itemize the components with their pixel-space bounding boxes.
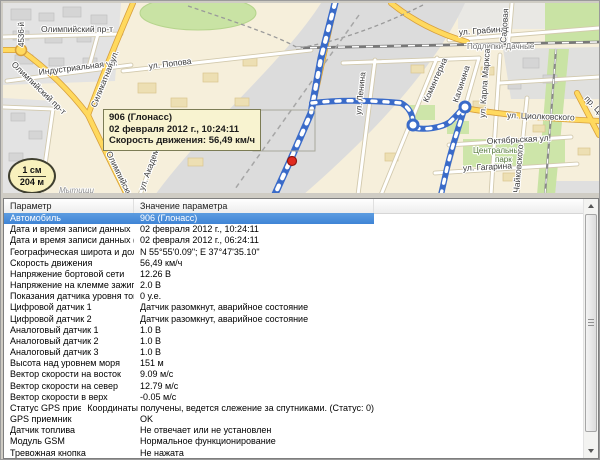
param-cell: Вектор скорости на восток — [4, 369, 134, 380]
value-cell: 12.79 м/с — [134, 381, 178, 392]
scroll-down-button[interactable] — [584, 444, 598, 458]
value-cell: Координаты получены, ведется слежение за… — [81, 403, 374, 414]
table-row[interactable]: GPS приемникOK — [4, 414, 374, 425]
map-scale-control: 1 см 204 м — [8, 158, 56, 193]
map-tooltip: 906 (Глонасс) 02 февраля 2012 г., 10:24:… — [103, 109, 261, 151]
value-cell: 906 (Глонасс) — [134, 213, 197, 224]
scale-m-label: 204 м — [20, 177, 44, 188]
param-cell: Модуль GSM — [4, 436, 134, 447]
scrollbar-grip-icon — [588, 319, 594, 327]
arrow-down-icon — [588, 449, 594, 453]
param-cell: GPS приемник — [4, 414, 134, 425]
param-cell: Датчик топлива — [4, 425, 134, 436]
value-cell: OK — [134, 414, 153, 425]
table-row[interactable]: Датчик топливаНе отвечает или не установ… — [4, 425, 374, 436]
param-cell: Аналоговый датчик 3 — [4, 347, 134, 358]
param-cell: Показания датчика уровня топлива — [4, 291, 134, 302]
value-cell: Не нажата — [134, 448, 184, 458]
param-cell: Статус GPS приемника — [4, 403, 81, 414]
table-row[interactable]: Географическая широта и долготаN 55°55'0… — [4, 247, 374, 258]
table-row[interactable]: Дата и время записи данных02 февраля 201… — [4, 224, 374, 235]
value-cell: Нормальное функционирование — [134, 436, 276, 447]
tooltip-speed: Скорость движения: 56,49 км/ч — [109, 135, 255, 147]
railway-station-label: Подлипки-Дачные — [467, 42, 535, 51]
scale-cm-label: 1 см — [18, 165, 45, 177]
table-row[interactable]: Аналоговый датчик 31.0 В — [4, 347, 374, 358]
param-cell: Цифровой датчик 2 — [4, 314, 134, 325]
table-row[interactable]: Аналоговый датчик 11.0 В — [4, 325, 374, 336]
table-row[interactable]: Вектор скорости на восток9.09 м/с — [4, 369, 374, 380]
column-header-parameter[interactable]: Параметр — [4, 199, 134, 213]
value-cell: 02 февраля 2012 г., 06:24:11 — [134, 235, 259, 246]
table-header-row: Параметр Значение параметра — [4, 199, 598, 214]
tooltip-datetime: 02 февраля 2012 г., 10:24:11 — [109, 124, 255, 136]
table-row[interactable]: Вектор скорости в верх-0.05 м/с — [4, 392, 374, 403]
param-cell: Напряжение бортовой сети — [4, 269, 134, 280]
param-cell: Высота над уровнем моря — [4, 358, 134, 369]
street-label: Олимпийский пр-т — [41, 24, 113, 34]
town-label: Мытищи — [59, 186, 94, 193]
value-cell: 0 у.е. — [134, 291, 161, 302]
table-row[interactable]: Цифровой датчик 2Датчик разомкнут, авари… — [4, 314, 374, 325]
value-cell: Датчик разомкнут, аварийное состояние — [134, 314, 308, 325]
value-cell: 56,49 км/ч — [134, 258, 182, 269]
param-table-body: Автомобиль906 (Глонасс)Дата и время запи… — [4, 213, 583, 458]
value-cell: 12.26 В — [134, 269, 171, 280]
gps-monitoring-window: 4536-й Олимпийский пр-т Индустриальная у… — [0, 0, 600, 460]
param-cell: Цифровой датчик 1 — [4, 302, 134, 313]
table-row[interactable]: Скорость движения56,49 км/ч — [4, 258, 374, 269]
param-cell: Скорость движения — [4, 258, 134, 269]
street-label: 4536-й — [17, 22, 26, 47]
param-cell: Дата и время записи данных (UTC) — [4, 235, 134, 246]
param-cell: Аналоговый датчик 1 — [4, 325, 134, 336]
table-row[interactable]: Напряжение бортовой сети12.26 В — [4, 269, 374, 280]
table-row[interactable]: Статус GPS приемникаКоординаты получены,… — [4, 403, 374, 414]
param-cell: Напряжение на клемме зажигания — [4, 280, 134, 291]
value-cell: 1.0 В — [134, 325, 161, 336]
param-cell: Аналоговый датчик 2 — [4, 336, 134, 347]
tooltip-vehicle-name: 906 (Глонасс) — [109, 112, 255, 124]
value-cell: Датчик разомкнут, аварийное состояние — [134, 302, 308, 313]
value-cell: -0.05 м/с — [134, 392, 176, 403]
table-row[interactable]: Высота над уровнем моря151 м — [4, 358, 374, 369]
table-row[interactable]: Дата и время записи данных (UTC)02 февра… — [4, 235, 374, 246]
param-cell: Вектор скорости на север — [4, 381, 134, 392]
scrollbar-thumb[interactable] — [585, 214, 597, 432]
table-row[interactable]: Автомобиль906 (Глонасс) — [4, 213, 374, 224]
value-cell: 02 февраля 2012 г., 10:24:11 — [134, 224, 259, 235]
scroll-up-button[interactable] — [584, 199, 598, 213]
value-cell: 9.09 м/с — [134, 369, 173, 380]
vertical-scrollbar[interactable] — [583, 199, 598, 458]
value-cell: 151 м — [134, 358, 164, 369]
value-cell: 1.0 В — [134, 336, 161, 347]
param-cell: Тревожная кнопка — [4, 448, 134, 458]
param-cell: Автомобиль — [4, 213, 134, 224]
arrow-up-icon — [588, 204, 594, 208]
table-row[interactable]: Цифровой датчик 1Датчик разомкнут, авари… — [4, 302, 374, 313]
value-cell: 1.0 В — [134, 347, 161, 358]
table-row[interactable]: Модуль GSMНормальное функционирование — [4, 436, 374, 447]
column-header-filler — [374, 199, 598, 213]
column-header-value[interactable]: Значение параметра — [134, 199, 374, 213]
map-panel[interactable]: 4536-й Олимпийский пр-т Индустриальная у… — [3, 3, 599, 193]
param-cell: Географическая широта и долгота — [4, 247, 134, 258]
table-row[interactable]: Вектор скорости на север12.79 м/с — [4, 381, 374, 392]
value-cell: N 55°55'0.09"; E 37°47'35.10" — [134, 247, 260, 258]
vehicle-marker-icon[interactable] — [288, 157, 297, 166]
value-cell: 2.0 В — [134, 280, 161, 291]
table-row[interactable]: Аналоговый датчик 21.0 В — [4, 336, 374, 347]
param-cell: Дата и время записи данных — [4, 224, 134, 235]
table-row[interactable]: Напряжение на клемме зажигания2.0 В — [4, 280, 374, 291]
value-cell: Не отвечает или не установлен — [134, 425, 271, 436]
parameter-table: Параметр Значение параметра Автомобиль90… — [3, 198, 599, 459]
table-row[interactable]: Тревожная кнопкаНе нажата — [4, 448, 374, 458]
table-row[interactable]: Показания датчика уровня топлива0 у.е. — [4, 291, 374, 302]
map-canvas: 4536-й Олимпийский пр-т Индустриальная у… — [3, 3, 599, 193]
param-cell: Вектор скорости в верх — [4, 392, 134, 403]
